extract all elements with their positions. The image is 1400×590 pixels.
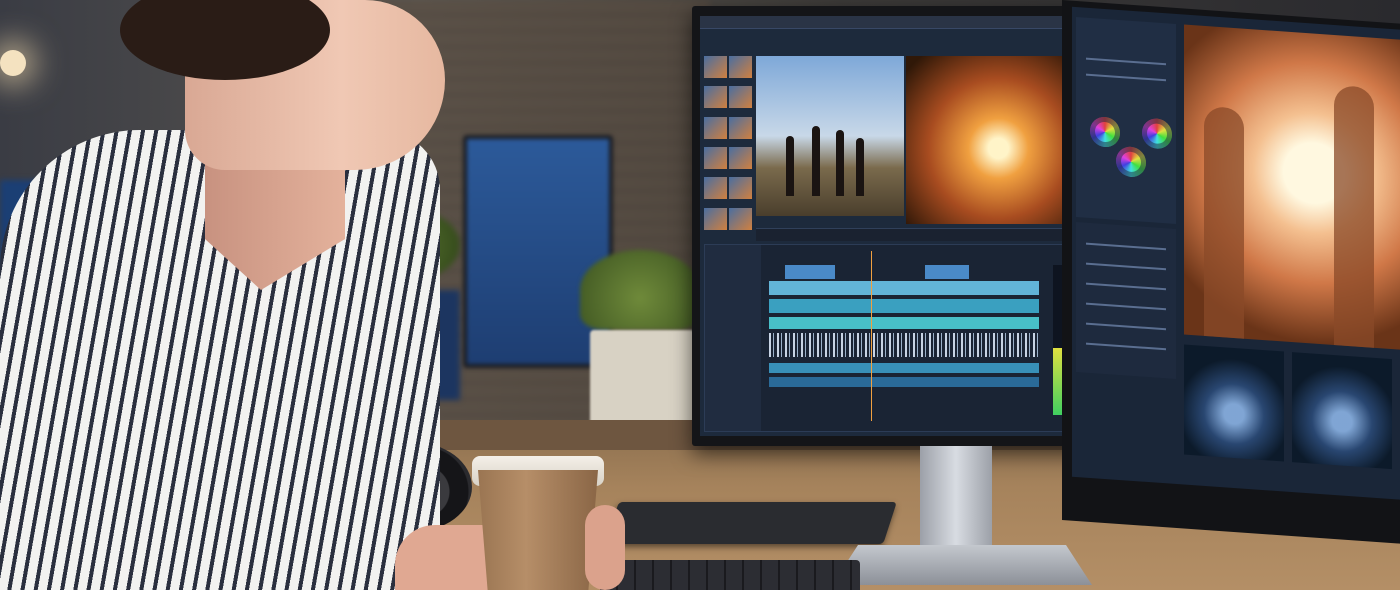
- color-wheel[interactable]: [1116, 145, 1146, 178]
- graphics-tablet: [605, 502, 897, 544]
- office-scene: [0, 0, 1400, 590]
- media-thumbnail[interactable]: [704, 207, 727, 230]
- media-thumbnail[interactable]: [704, 116, 727, 139]
- adjustment-slider[interactable]: [1086, 262, 1166, 271]
- track-headers[interactable]: [705, 245, 761, 431]
- media-thumbnail[interactable]: [704, 146, 727, 169]
- media-thumbnail[interactable]: [704, 56, 727, 78]
- timeline[interactable]: [704, 244, 1074, 432]
- media-thumbnail[interactable]: [729, 177, 752, 200]
- adjustment-slider[interactable]: [1086, 322, 1166, 331]
- adjustment-slider[interactable]: [1086, 57, 1166, 66]
- program-viewer[interactable]: [906, 56, 1074, 224]
- video-track[interactable]: [769, 281, 1039, 295]
- person-silhouette: [812, 126, 820, 196]
- color-wheels-panel[interactable]: [1076, 16, 1176, 224]
- playhead[interactable]: [871, 251, 872, 421]
- adjustment-slider[interactable]: [1086, 242, 1166, 251]
- editor-menubar[interactable]: [700, 16, 1076, 29]
- media-thumbnail[interactable]: [704, 86, 727, 109]
- video-clip[interactable]: [785, 265, 835, 279]
- media-thumbnail[interactable]: [704, 177, 727, 200]
- ceiling-light: [0, 50, 26, 76]
- audio-track[interactable]: [769, 317, 1039, 329]
- person-silhouette: [856, 138, 864, 196]
- media-thumbnail[interactable]: [729, 207, 752, 230]
- monitor-stand: [920, 446, 992, 556]
- adjustment-slider[interactable]: [1086, 282, 1166, 291]
- monitor-base: [832, 545, 1092, 585]
- person-silhouette: [836, 130, 844, 196]
- plant-pot: [590, 330, 695, 430]
- coffee-cup: [478, 470, 598, 590]
- adjustment-slider[interactable]: [1086, 342, 1166, 351]
- source-viewer[interactable]: [756, 56, 904, 216]
- media-thumbnail[interactable]: [729, 116, 752, 139]
- media-thumbnail[interactable]: [729, 86, 752, 109]
- scope-view: [1292, 352, 1392, 470]
- adjustment-panel[interactable]: [1076, 221, 1176, 379]
- playback-controls[interactable]: [756, 228, 1074, 241]
- adjustment-slider[interactable]: [1086, 302, 1166, 311]
- raised-hand-silhouette: [1204, 105, 1244, 339]
- video-editor-screen: [700, 16, 1076, 436]
- color-wheel[interactable]: [1142, 117, 1172, 150]
- audio-track[interactable]: [769, 363, 1039, 373]
- video-clip[interactable]: [925, 265, 969, 279]
- video-track[interactable]: [769, 299, 1039, 313]
- audio-track[interactable]: [769, 377, 1039, 387]
- media-bin[interactable]: [704, 56, 754, 236]
- raised-hand-silhouette: [1334, 85, 1374, 348]
- color-grading-screen: [1072, 6, 1400, 500]
- adjustment-slider[interactable]: [1086, 73, 1166, 82]
- color-wheel[interactable]: [1090, 115, 1120, 149]
- desk-plant: [580, 250, 700, 330]
- keyboard: [600, 560, 860, 590]
- media-thumbnail[interactable]: [729, 56, 752, 78]
- audio-waveform[interactable]: [769, 333, 1039, 357]
- secondary-monitor: [1062, 0, 1400, 544]
- media-thumbnail[interactable]: [729, 146, 752, 169]
- main-monitor: [692, 6, 1088, 446]
- person-silhouette: [786, 136, 794, 196]
- scope-view: [1184, 344, 1284, 462]
- grading-preview[interactable]: [1184, 24, 1400, 350]
- fingers: [585, 505, 625, 590]
